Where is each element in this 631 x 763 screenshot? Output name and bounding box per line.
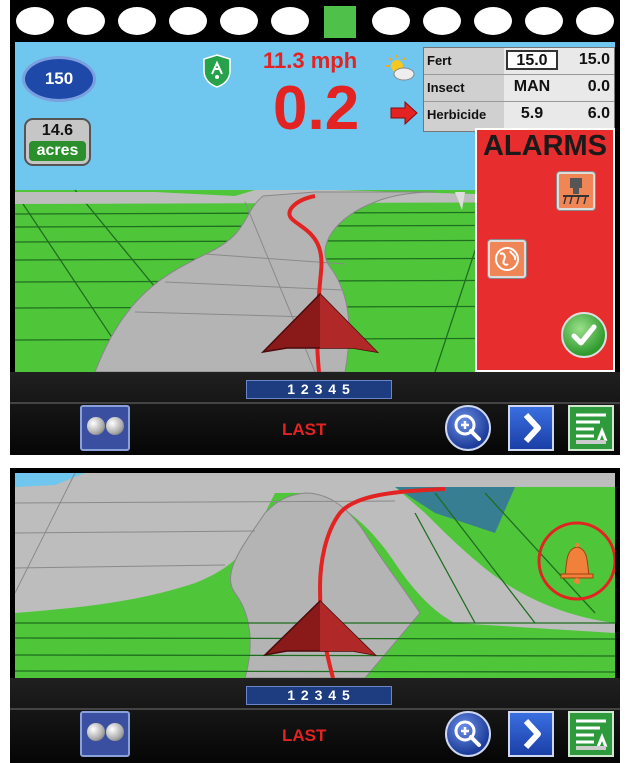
status-indicator: [270, 7, 309, 35]
alarm-bell-highlight[interactable]: [535, 519, 615, 603]
list-button[interactable]: [568, 405, 614, 451]
status-indicator: [473, 7, 512, 35]
page-indicator[interactable]: 1 2 3 4 5: [246, 686, 392, 705]
page-indicator[interactable]: 1 2 3 4 5: [246, 380, 392, 399]
rate-target: MAN: [513, 78, 551, 95]
list-scroll-icon: [576, 719, 608, 750]
field-map: [15, 473, 615, 678]
top-screen: 150 14.6 acres 11.3 mph 0.2 Fert 15.0 15…: [10, 0, 620, 455]
status-indicator: [168, 7, 207, 35]
toolbar-divider: [10, 402, 620, 404]
bottom-toolbar: 1 2 3 4 5 LAST: [10, 678, 620, 763]
rtk-shield-icon[interactable]: [203, 54, 231, 88]
status-indicator: [16, 7, 55, 35]
area-unit-label: acres: [29, 141, 86, 161]
gps-alarm-button[interactable]: [488, 240, 526, 278]
zoom-in-icon: [454, 720, 481, 747]
last-label[interactable]: LAST: [282, 726, 326, 746]
planter-alarm-button[interactable]: [557, 172, 595, 210]
bottom-toolbar: 1 2 3 4 5 LAST: [10, 372, 620, 455]
rate-row-herbicide[interactable]: Herbicide 5.9 6.0: [424, 102, 614, 129]
dual-view-button[interactable]: [80, 711, 130, 757]
rate-name: Fert: [427, 53, 452, 68]
view-right-icon: [106, 417, 124, 435]
rate-actual: 6.0: [587, 105, 610, 122]
rate-target: 5.9: [520, 105, 544, 122]
gps-globe-alarm-icon: [495, 247, 519, 271]
zoom-button[interactable]: [445, 711, 491, 757]
status-indicator: [118, 7, 157, 35]
status-indicator: [219, 7, 258, 35]
chevron-right-icon: [523, 412, 541, 444]
chevron-right-icon: [523, 718, 541, 750]
zoom-button[interactable]: [445, 405, 491, 451]
status-indicator: [524, 7, 563, 35]
view-left-icon: [87, 417, 105, 435]
bell-icon: [560, 543, 594, 584]
next-button[interactable]: [508, 711, 554, 757]
rate-target-input[interactable]: 15.0: [506, 50, 558, 70]
next-button[interactable]: [508, 405, 554, 451]
acknowledge-button[interactable]: [561, 312, 607, 358]
bottom-screen: 1 2 3 4 5 LAST: [10, 468, 620, 763]
rate-actual: 0.0: [587, 78, 610, 95]
area-counter[interactable]: 14.6 acres: [24, 118, 91, 166]
alarms-panel: ALARMS: [475, 128, 615, 372]
status-indicator: [575, 7, 614, 35]
rates-table: Fert 15.0 15.0 Insect MAN 0.0 Herbicide …: [423, 47, 615, 132]
zoom-in-icon: [454, 414, 481, 441]
status-indicator: [67, 7, 106, 35]
speed-readout: 11.3 mph: [263, 48, 358, 73]
direction-arrow-icon: [390, 100, 418, 126]
area-value: 14.6: [41, 122, 74, 139]
dual-view-button[interactable]: [80, 405, 130, 451]
planter-alarm-icon: [563, 178, 589, 205]
rate-row-insect[interactable]: Insect MAN 0.0: [424, 75, 614, 102]
alarms-title: ALARMS: [482, 130, 608, 162]
status-indicator-bar: [10, 0, 620, 42]
offline-distance: 0.2: [273, 74, 360, 143]
list-button[interactable]: [568, 711, 614, 757]
guidance-view: [15, 473, 615, 678]
weather-sun-cloud-icon: [386, 55, 415, 81]
rate-actual: 15.0: [578, 51, 610, 68]
acknowledge-check-icon: [571, 324, 597, 346]
speed-badge[interactable]: 150: [22, 56, 96, 102]
toolbar-divider: [10, 708, 620, 710]
status-indicator: [423, 7, 462, 35]
rate-name: Insect: [427, 80, 465, 95]
status-indicator-active: [324, 6, 357, 38]
list-scroll-icon: [576, 413, 608, 444]
last-label[interactable]: LAST: [282, 420, 326, 440]
rate-row-fert[interactable]: Fert 15.0 15.0: [424, 48, 614, 75]
guidance-view: 150 14.6 acres 11.3 mph 0.2 Fert 15.0 15…: [15, 42, 615, 372]
status-indicator: [372, 7, 411, 35]
rate-name: Herbicide: [427, 107, 487, 122]
view-right-icon: [106, 723, 124, 741]
view-left-icon: [87, 723, 105, 741]
